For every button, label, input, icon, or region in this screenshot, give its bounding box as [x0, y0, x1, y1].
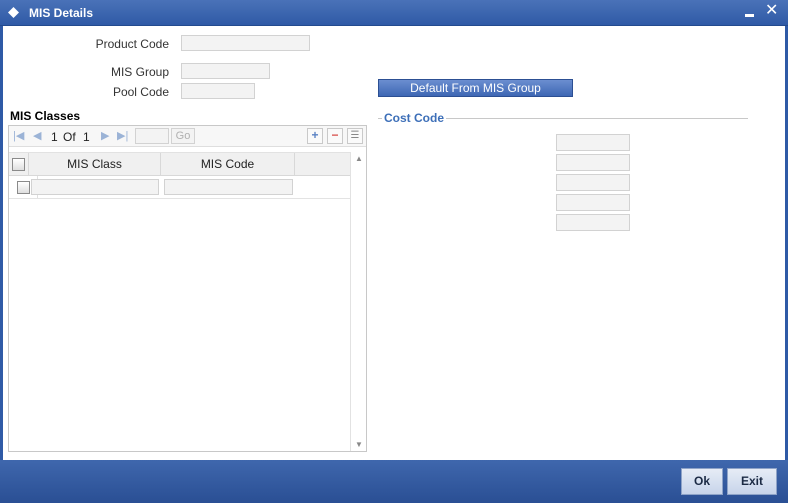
cost-code-title: Cost Code	[384, 111, 444, 125]
pager-current: 1	[51, 130, 58, 144]
scroll-up-icon[interactable]: ▲	[355, 154, 363, 163]
select-all-checkbox[interactable]	[12, 158, 25, 171]
pager-total: 1	[83, 130, 90, 144]
cost-code-field-5[interactable]	[556, 214, 630, 231]
prev-page-icon[interactable]: ◀	[33, 130, 41, 142]
cost-code-field-3[interactable]	[556, 174, 630, 191]
pool-code-label: Pool Code	[112, 85, 169, 99]
exit-button[interactable]: Exit	[727, 468, 777, 495]
row-checkbox[interactable]	[17, 181, 30, 194]
close-icon[interactable]: ✕	[765, 3, 778, 19]
add-row-icon[interactable]: +	[307, 128, 323, 144]
go-button[interactable]: Go	[171, 128, 195, 144]
window-title: MIS Details	[29, 6, 94, 20]
first-page-icon[interactable]: |◀	[13, 130, 24, 142]
table-row	[9, 176, 350, 199]
cost-code-divider	[446, 118, 748, 119]
grid-vertical-scrollbar[interactable]: ▲ ▼	[350, 152, 366, 451]
pool-code-field[interactable]	[181, 83, 255, 99]
column-header-mis-class[interactable]: MIS Class	[29, 153, 161, 176]
page-number-input[interactable]	[135, 128, 169, 144]
mis-classes-grid: |◀ ◀ 1 Of 1 ▶ ▶| Go + − ☰ MIS Class MIS …	[8, 125, 367, 452]
product-code-label: Product Code	[95, 37, 169, 51]
delete-row-icon[interactable]: −	[327, 128, 343, 144]
next-page-icon[interactable]: ▶	[101, 130, 109, 142]
scroll-down-icon[interactable]: ▼	[355, 440, 363, 449]
column-header-mis-code[interactable]: MIS Code	[161, 153, 295, 176]
mis-classes-title: MIS Classes	[10, 109, 81, 123]
title-bar: MIS Details ✕	[0, 0, 788, 26]
select-all-cell	[9, 153, 29, 176]
footer-bar: Ok Exit	[0, 460, 788, 503]
cost-code-field-2[interactable]	[556, 154, 630, 171]
grid-header: MIS Class MIS Code	[9, 152, 350, 176]
default-from-mis-group-button[interactable]: Default From MIS Group	[378, 79, 573, 97]
single-view-icon[interactable]: ☰	[347, 128, 363, 144]
minimize-icon[interactable]	[745, 14, 754, 17]
mis-group-label: MIS Group	[110, 65, 169, 79]
ok-button[interactable]: Ok	[681, 468, 723, 495]
mis-class-input[interactable]	[31, 179, 159, 195]
mis-group-field[interactable]	[181, 63, 270, 79]
pager-of-label: Of	[63, 130, 76, 144]
grid-toolbar: |◀ ◀ 1 Of 1 ▶ ▶| Go + − ☰	[9, 126, 366, 147]
cost-code-field-1[interactable]	[556, 134, 630, 151]
diamond-icon	[8, 7, 19, 18]
product-code-field[interactable]	[181, 35, 310, 51]
mis-code-input[interactable]	[164, 179, 293, 195]
cost-code-divider	[378, 118, 382, 119]
cost-code-field-4[interactable]	[556, 194, 630, 211]
last-page-icon[interactable]: ▶|	[117, 130, 128, 142]
